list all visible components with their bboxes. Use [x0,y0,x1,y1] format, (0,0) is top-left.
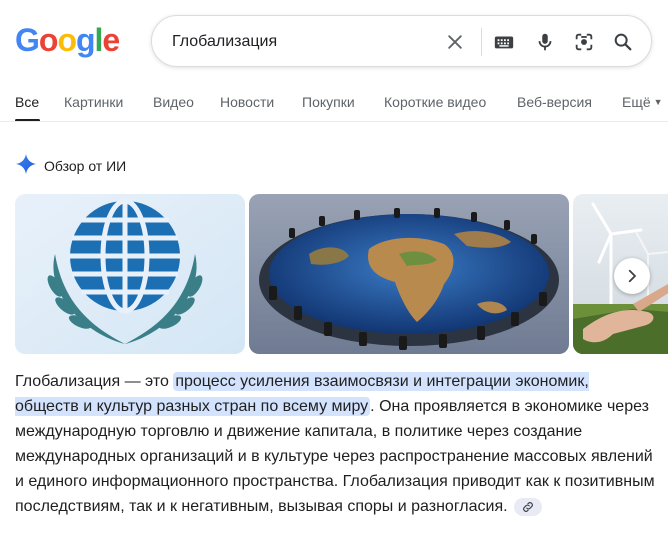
camera-lens-icon[interactable] [572,30,596,54]
link-icon [522,501,533,512]
image-gallery [15,194,668,354]
search-tabs: Все Картинки Видео Новости Покупки Корот… [0,88,668,122]
tab-more[interactable]: Ещё ▼ [622,94,663,110]
microphone-icon[interactable] [533,30,557,54]
tab-news[interactable]: Новости [220,94,274,110]
search-divider [481,28,482,56]
image-globe-emblem[interactable] [15,194,245,354]
gemini-sparkle-icon [15,153,37,180]
tabs-divider [0,121,668,122]
close-icon[interactable] [443,30,467,54]
ai-overview-header: Обзор от ИИ [15,153,127,180]
chevron-down-icon: ▼ [653,97,663,107]
tab-images[interactable]: Картинки [64,94,123,110]
ai-overview-title: Обзор от ИИ [44,158,127,174]
image-globe-table[interactable] [249,194,569,354]
search-box[interactable] [151,15,652,67]
chevron-right-icon [628,269,636,283]
search-icon[interactable] [611,30,635,54]
gallery-next-button[interactable] [614,258,650,294]
logo-letter: o [57,22,77,58]
logo-letter: o [38,22,59,58]
summary-intro: Глобализация — это [15,373,174,390]
logo-letter: e [102,22,120,58]
keyboard-icon[interactable] [492,30,516,54]
tab-all[interactable]: Все [15,94,39,110]
tab-short-videos[interactable]: Короткие видео [384,94,486,110]
source-link-button[interactable] [513,497,542,516]
google-logo[interactable]: Google [15,22,120,58]
tab-web[interactable]: Веб-версия [517,94,592,110]
ai-overview-summary: Глобализация — это процесс усиления взаи… [15,369,655,519]
tab-shopping[interactable]: Покупки [302,94,355,110]
logo-letter: G [15,22,40,58]
tab-videos[interactable]: Видео [153,94,194,110]
search-input[interactable] [172,30,432,54]
logo-letter: g [75,22,96,58]
tab-more-label: Ещё [622,94,651,110]
